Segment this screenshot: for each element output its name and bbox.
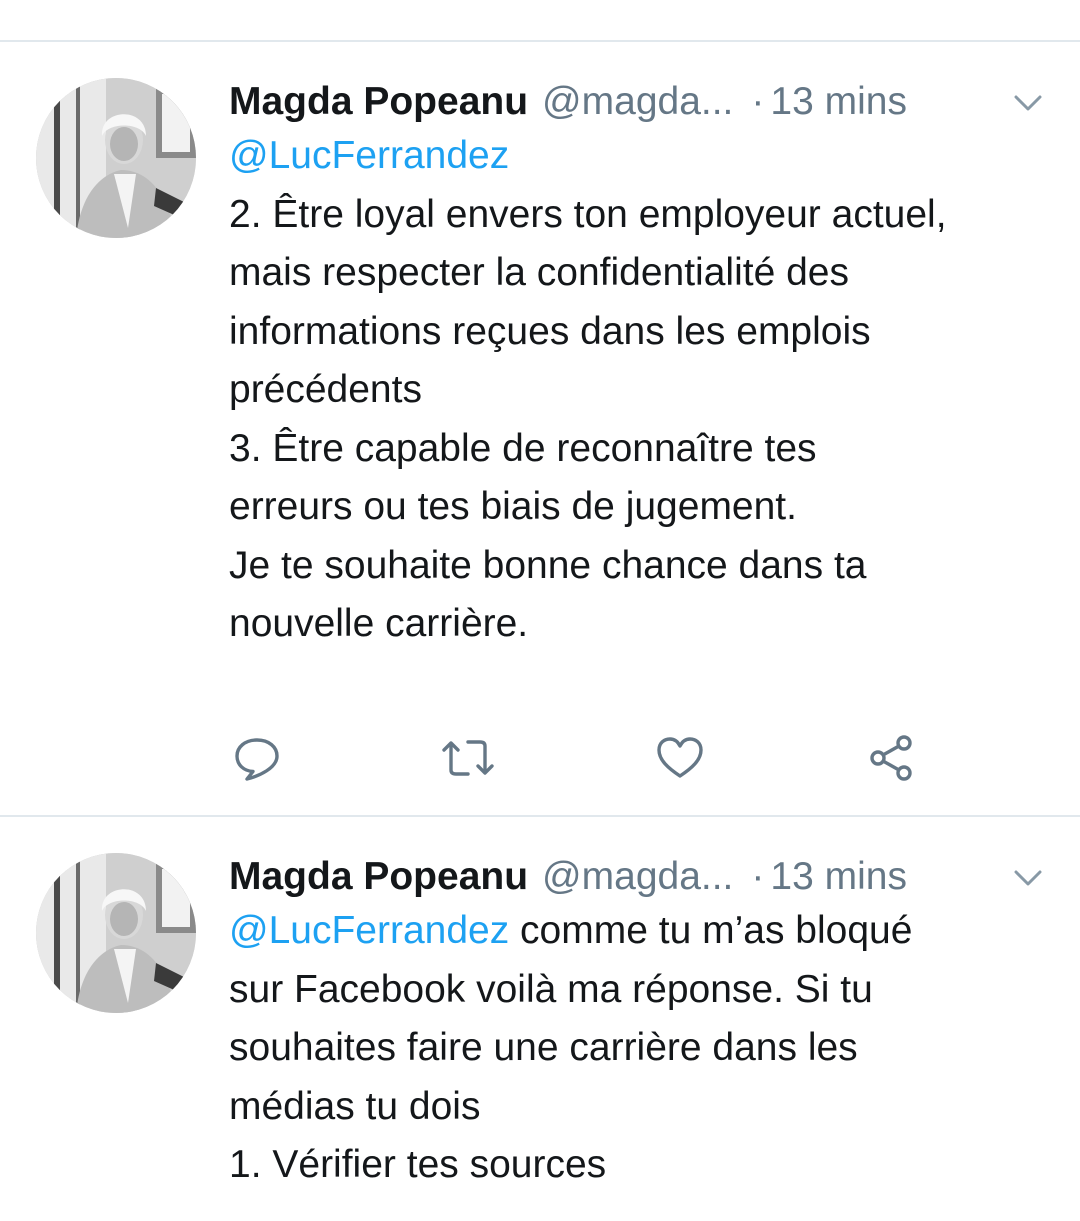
avatar[interactable] (36, 78, 196, 238)
tweet-text-line: @LucFerrandez (229, 127, 1059, 186)
avatar-photo (36, 78, 196, 238)
heart-icon (657, 737, 703, 778)
tweet-actions (0, 728, 1080, 788)
avatar[interactable] (36, 853, 196, 1013)
timestamp[interactable]: 13 mins (770, 80, 907, 124)
tweet-text-line: précédents (229, 368, 422, 411)
retweet-button[interactable] (438, 728, 498, 788)
tweet[interactable]: Magda Popeanu @magda... · 13 mins @LucFe… (0, 851, 1080, 1221)
author-handle[interactable]: @magda... (542, 855, 733, 899)
tweet-header: Magda Popeanu @magda... · 13 mins (229, 855, 907, 905)
author-handle[interactable]: @magda... (542, 80, 733, 124)
mention-link[interactable]: @LucFerrandez (229, 134, 509, 177)
tweet-text-line: 3. Être capable de reconnaître tes (229, 426, 817, 470)
tweet-text-line: mais respecter la confidentialité des (229, 251, 849, 294)
tweet-text-line: erreurs ou tes biais de jugement. (229, 485, 797, 528)
tweet-text-line: Je te souhaite bonne chance dans ta (229, 543, 867, 587)
divider (0, 815, 1080, 817)
share-icon (870, 735, 912, 781)
separator-dot: · (751, 855, 765, 898)
separator-dot: · (751, 80, 765, 123)
reply-button[interactable] (227, 728, 287, 788)
timestamp[interactable]: 13 mins (770, 855, 907, 899)
tweet-timeline: Magda Popeanu @magda... · 13 mins @LucFe… (0, 0, 1080, 1221)
tweet-text: @LucFerrandez comme tu m’as bloqué sur F… (229, 902, 1059, 1195)
tweet-text-fragment: comme tu m’as bloqué (509, 909, 913, 952)
avatar-photo (36, 853, 196, 1013)
tweet[interactable]: Magda Popeanu @magda... · 13 mins @LucFe… (0, 76, 1080, 816)
chevron-down-icon[interactable] (1012, 92, 1044, 114)
mention-link[interactable]: @LucFerrandez (229, 909, 509, 952)
tweet-text-line: 2. Être loyal envers ton employeur actue… (229, 192, 947, 236)
share-button[interactable] (861, 728, 921, 788)
tweet-text-line: médias tu dois (229, 1084, 481, 1128)
tweet-text-line: nouvelle carrière. (229, 602, 529, 645)
tweet-text-line: 1. Vérifier tes sources (229, 1143, 607, 1186)
reply-icon (235, 738, 279, 781)
tweet-text-line: sur Facebook voilà ma réponse. Si tu (229, 967, 873, 1011)
previous-tweet-text-fragment (0, 0, 1080, 6)
chevron-down-icon[interactable] (1012, 867, 1044, 889)
tweet-text-line: @LucFerrandez comme tu m’as bloqué (229, 902, 1059, 961)
divider (0, 40, 1080, 42)
retweet-icon (442, 740, 494, 776)
tweet-text-line: informations reçues dans les emplois (229, 309, 871, 353)
tweet-text: @LucFerrandez 2. Être loyal envers ton e… (229, 127, 1059, 654)
like-button[interactable] (650, 728, 710, 788)
tweet-text-line: souhaites faire une carrière dans les (229, 1026, 858, 1069)
author-name[interactable]: Magda Popeanu (229, 855, 528, 899)
tweet-header: Magda Popeanu @magda... · 13 mins (229, 80, 907, 130)
author-name[interactable]: Magda Popeanu (229, 80, 528, 124)
